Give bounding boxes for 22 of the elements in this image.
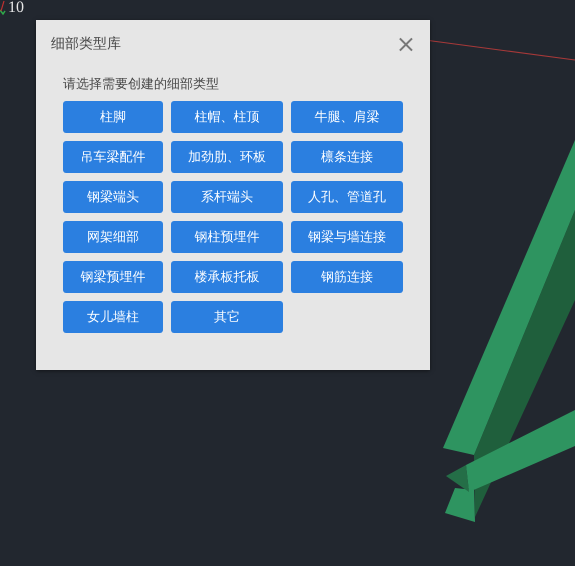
detail-type-button[interactable]: 钢梁预埋件 xyxy=(63,261,163,293)
detail-type-button[interactable]: 女儿墙柱 xyxy=(63,301,163,333)
detail-type-button[interactable]: 吊车梁配件 xyxy=(63,141,163,173)
dialog-title: 细部类型库 xyxy=(51,35,121,53)
detail-type-button[interactable]: 柱脚 xyxy=(63,101,163,133)
close-button[interactable]: × xyxy=(396,33,416,55)
detail-type-button[interactable]: 牛腿、肩梁 xyxy=(291,101,403,133)
detail-type-button[interactable]: 系杆端头 xyxy=(171,181,283,213)
detail-type-button[interactable]: 楼承板托板 xyxy=(171,261,283,293)
detail-type-button[interactable]: 钢筋连接 xyxy=(291,261,403,293)
detail-type-button[interactable]: 钢梁端头 xyxy=(63,181,163,213)
axis-marker-icon xyxy=(0,0,6,16)
prompt-text: 请选择需要创建的细部类型 xyxy=(63,77,220,93)
detail-type-button[interactable]: 檩条连接 xyxy=(291,141,403,173)
viewport-label: 10 xyxy=(8,0,24,16)
detail-type-button[interactable]: 网架细部 xyxy=(63,221,163,253)
detail-type-button[interactable]: 人孔、管道孔 xyxy=(291,181,403,213)
detail-type-button[interactable]: 钢柱预埋件 xyxy=(171,221,283,253)
detail-type-button[interactable]: 加劲肋、环板 xyxy=(171,141,283,173)
detail-type-button[interactable]: 钢梁与墙连接 xyxy=(291,221,403,253)
detail-type-button[interactable]: 其它 xyxy=(171,301,283,333)
detail-type-button[interactable]: 柱帽、柱顶 xyxy=(171,101,283,133)
